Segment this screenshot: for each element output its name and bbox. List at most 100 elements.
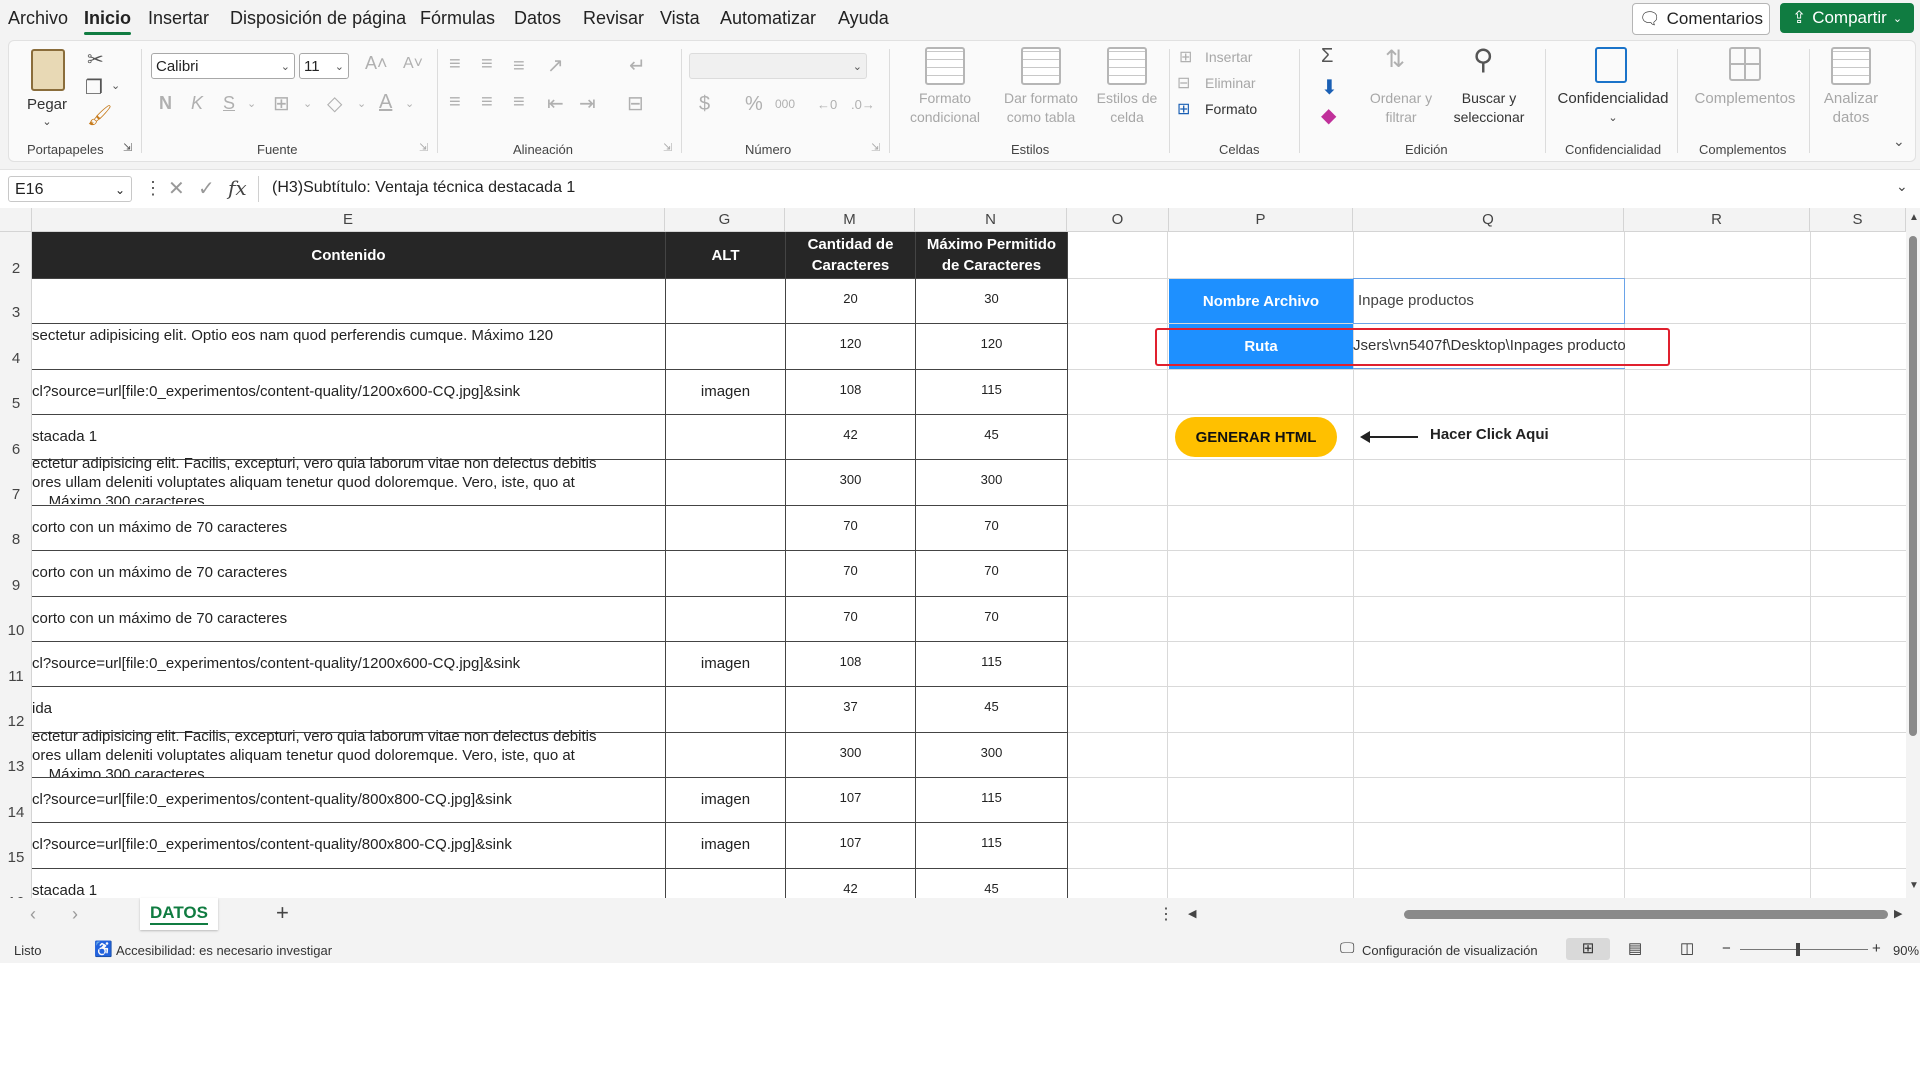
row-header-11[interactable]: 11 (0, 668, 31, 685)
cell-maximo[interactable]: 115 (916, 642, 1067, 686)
dialog-launcher-icon[interactable]: ⇲ (871, 141, 880, 154)
menu-vista[interactable]: Vista (660, 8, 700, 29)
cell-maximo[interactable]: 300 (916, 733, 1067, 777)
align-middle-icon[interactable]: ≡ (481, 53, 493, 76)
cell-maximo[interactable]: 45 (916, 687, 1067, 731)
vertical-scroll-thumb[interactable] (1909, 236, 1917, 736)
cell-cantidad[interactable]: 70 (786, 506, 915, 550)
cell-maximo[interactable]: 45 (916, 869, 1067, 898)
cell-maximo[interactable]: 30 (916, 279, 1067, 323)
chevron-down-icon[interactable]: ⌄ (357, 97, 366, 110)
cancel-icon[interactable]: ✕ (168, 176, 185, 201)
cell-contenido[interactable]: corto con un máximo de 70 caracteres (32, 506, 664, 550)
table-header-alt[interactable]: ALT (665, 232, 785, 278)
clear-icon[interactable]: ◆ (1321, 103, 1336, 128)
borders-icon[interactable]: ⊞ (273, 91, 290, 116)
table-row[interactable]: cl?source=url[file:0_experimentos/conten… (32, 822, 1068, 867)
row-header-9[interactable]: 9 (0, 577, 31, 594)
cell-maximo[interactable]: 115 (916, 778, 1067, 822)
cell-maximo[interactable]: 45 (916, 415, 1067, 459)
menu-ayuda[interactable]: Ayuda (838, 8, 889, 29)
thousands-icon[interactable]: 000 (775, 97, 795, 111)
percent-icon[interactable]: % (745, 93, 763, 116)
cell-alt[interactable] (666, 687, 785, 731)
chevron-down-icon[interactable]: ⌄ (1893, 133, 1905, 150)
cell-cantidad[interactable]: 107 (786, 823, 915, 867)
autosum-icon[interactable]: Σ (1321, 45, 1333, 68)
cell-cantidad[interactable]: 108 (786, 370, 915, 414)
wrap-text-icon[interactable]: ↵ (629, 53, 646, 78)
zoom-slider-thumb[interactable] (1796, 943, 1800, 956)
expand-formula-icon[interactable]: ⌄ (1896, 178, 1908, 195)
horizontal-scroll-thumb[interactable] (1404, 910, 1888, 919)
cell-alt[interactable] (666, 279, 785, 323)
display-settings-label[interactable]: Configuración de visualización (1362, 943, 1538, 958)
table-row[interactable]: cl?source=url[file:0_experimentos/conten… (32, 369, 1068, 414)
row-header-3[interactable]: 3 (0, 304, 31, 321)
number-format-select[interactable]: ⌄ (689, 53, 867, 79)
copy-icon[interactable]: ❐ (85, 75, 103, 100)
cell-alt[interactable] (666, 597, 785, 641)
font-name-select[interactable]: Calibri ⌄ (151, 53, 295, 79)
increase-indent-icon[interactable]: ⇥ (579, 91, 596, 116)
cell-cantidad[interactable]: 20 (786, 279, 915, 323)
formula-input[interactable]: (H3)Subtítulo: Ventaja técnica destacada… (272, 179, 575, 197)
insert-function-icon[interactable]: fx (228, 176, 247, 200)
name-box[interactable]: E16 ⌄ (8, 176, 132, 202)
cell-cantidad[interactable]: 42 (786, 869, 915, 898)
row-header-4[interactable]: 4 (0, 350, 31, 367)
select-all-corner[interactable] (0, 208, 32, 232)
cell-contenido[interactable]: cl?source=url[file:0_experimentos/conten… (32, 642, 664, 686)
align-center-icon[interactable]: ≡ (481, 91, 493, 114)
more-options-icon[interactable]: ⋮ (144, 178, 162, 199)
table-header-contenido[interactable]: Contenido (32, 232, 665, 278)
table-row[interactable]: stacada 1 42 45 (32, 868, 1068, 898)
align-right-icon[interactable]: ≡ (513, 91, 525, 114)
scroll-up-icon[interactable]: ▲ (1909, 212, 1919, 223)
cell-alt[interactable] (666, 869, 785, 898)
menu-inicio[interactable]: Inicio (84, 8, 132, 35)
font-color-icon[interactable]: A (379, 91, 392, 114)
table-header-cantidad[interactable]: Cantidad de Caracteres (785, 232, 915, 278)
menu-insertar[interactable]: Insertar (148, 8, 209, 29)
delete-cells-icon[interactable]: ⊟ (1177, 73, 1190, 93)
column-header-g[interactable]: G (665, 208, 785, 232)
cell-contenido[interactable]: cl?source=url[file:0_experimentos/conten… (32, 823, 664, 867)
cell-alt[interactable] (666, 551, 785, 595)
sheet-tab-datos[interactable]: DATOS (140, 898, 218, 930)
row-header-13[interactable]: 13 (0, 758, 31, 775)
cell-cantidad[interactable]: 37 (786, 687, 915, 731)
dialog-launcher-icon[interactable]: ⇲ (419, 141, 428, 154)
table-row[interactable]: corto con un máximo de 70 caracteres 70 70 (32, 596, 1068, 641)
cell-maximo[interactable]: 70 (916, 551, 1067, 595)
orientation-icon[interactable]: ↗ (547, 53, 564, 78)
column-header-q[interactable]: Q (1353, 208, 1624, 232)
enter-icon[interactable]: ✓ (198, 176, 215, 201)
row-header-6[interactable]: 6 (0, 441, 31, 458)
cell-contenido[interactable]: cl?source=url[file:0_experimentos/conten… (32, 370, 664, 414)
page-break-view-icon[interactable]: ◫ (1680, 939, 1694, 957)
column-header-r[interactable]: R (1624, 208, 1810, 232)
menu-revisar[interactable]: Revisar (583, 8, 644, 29)
cell-cantidad[interactable]: 300 (786, 733, 915, 777)
insert-cells-icon[interactable]: ⊞ (1179, 47, 1192, 67)
cell-contenido[interactable]: cl?source=url[file:0_experimentos/conten… (32, 778, 664, 822)
cell-alt[interactable]: imagen (666, 823, 785, 867)
cell-contenido[interactable]: sectetur adipisicing elit. Optio eos nam… (32, 324, 664, 368)
column-header-n[interactable]: N (915, 208, 1067, 232)
format-cells-label[interactable]: Formato (1205, 100, 1257, 119)
decrease-decimal-icon[interactable]: .0→ (851, 97, 875, 112)
cell-contenido[interactable]: stacada 1 (32, 869, 664, 898)
row-header-2[interactable]: 2 (0, 260, 31, 277)
display-settings-icon[interactable]: 🖵 (1340, 940, 1354, 957)
table-row[interactable]: sectetur adipisicing elit. Optio eos nam… (32, 323, 1068, 368)
column-header-s[interactable]: S (1810, 208, 1906, 232)
fill-icon[interactable]: ⬇ (1321, 75, 1338, 100)
cell-alt[interactable]: imagen (666, 642, 785, 686)
more-options-icon[interactable]: ⋮ (1158, 904, 1174, 924)
table-row[interactable]: ectetur adipisicing elit. Facilis, excep… (32, 455, 1068, 504)
row-header-12[interactable]: 12 (0, 713, 31, 730)
nombre-archivo-value[interactable]: Inpage productos (1353, 278, 1625, 324)
cell-alt[interactable] (666, 324, 785, 368)
cell-cantidad[interactable]: 70 (786, 551, 915, 595)
